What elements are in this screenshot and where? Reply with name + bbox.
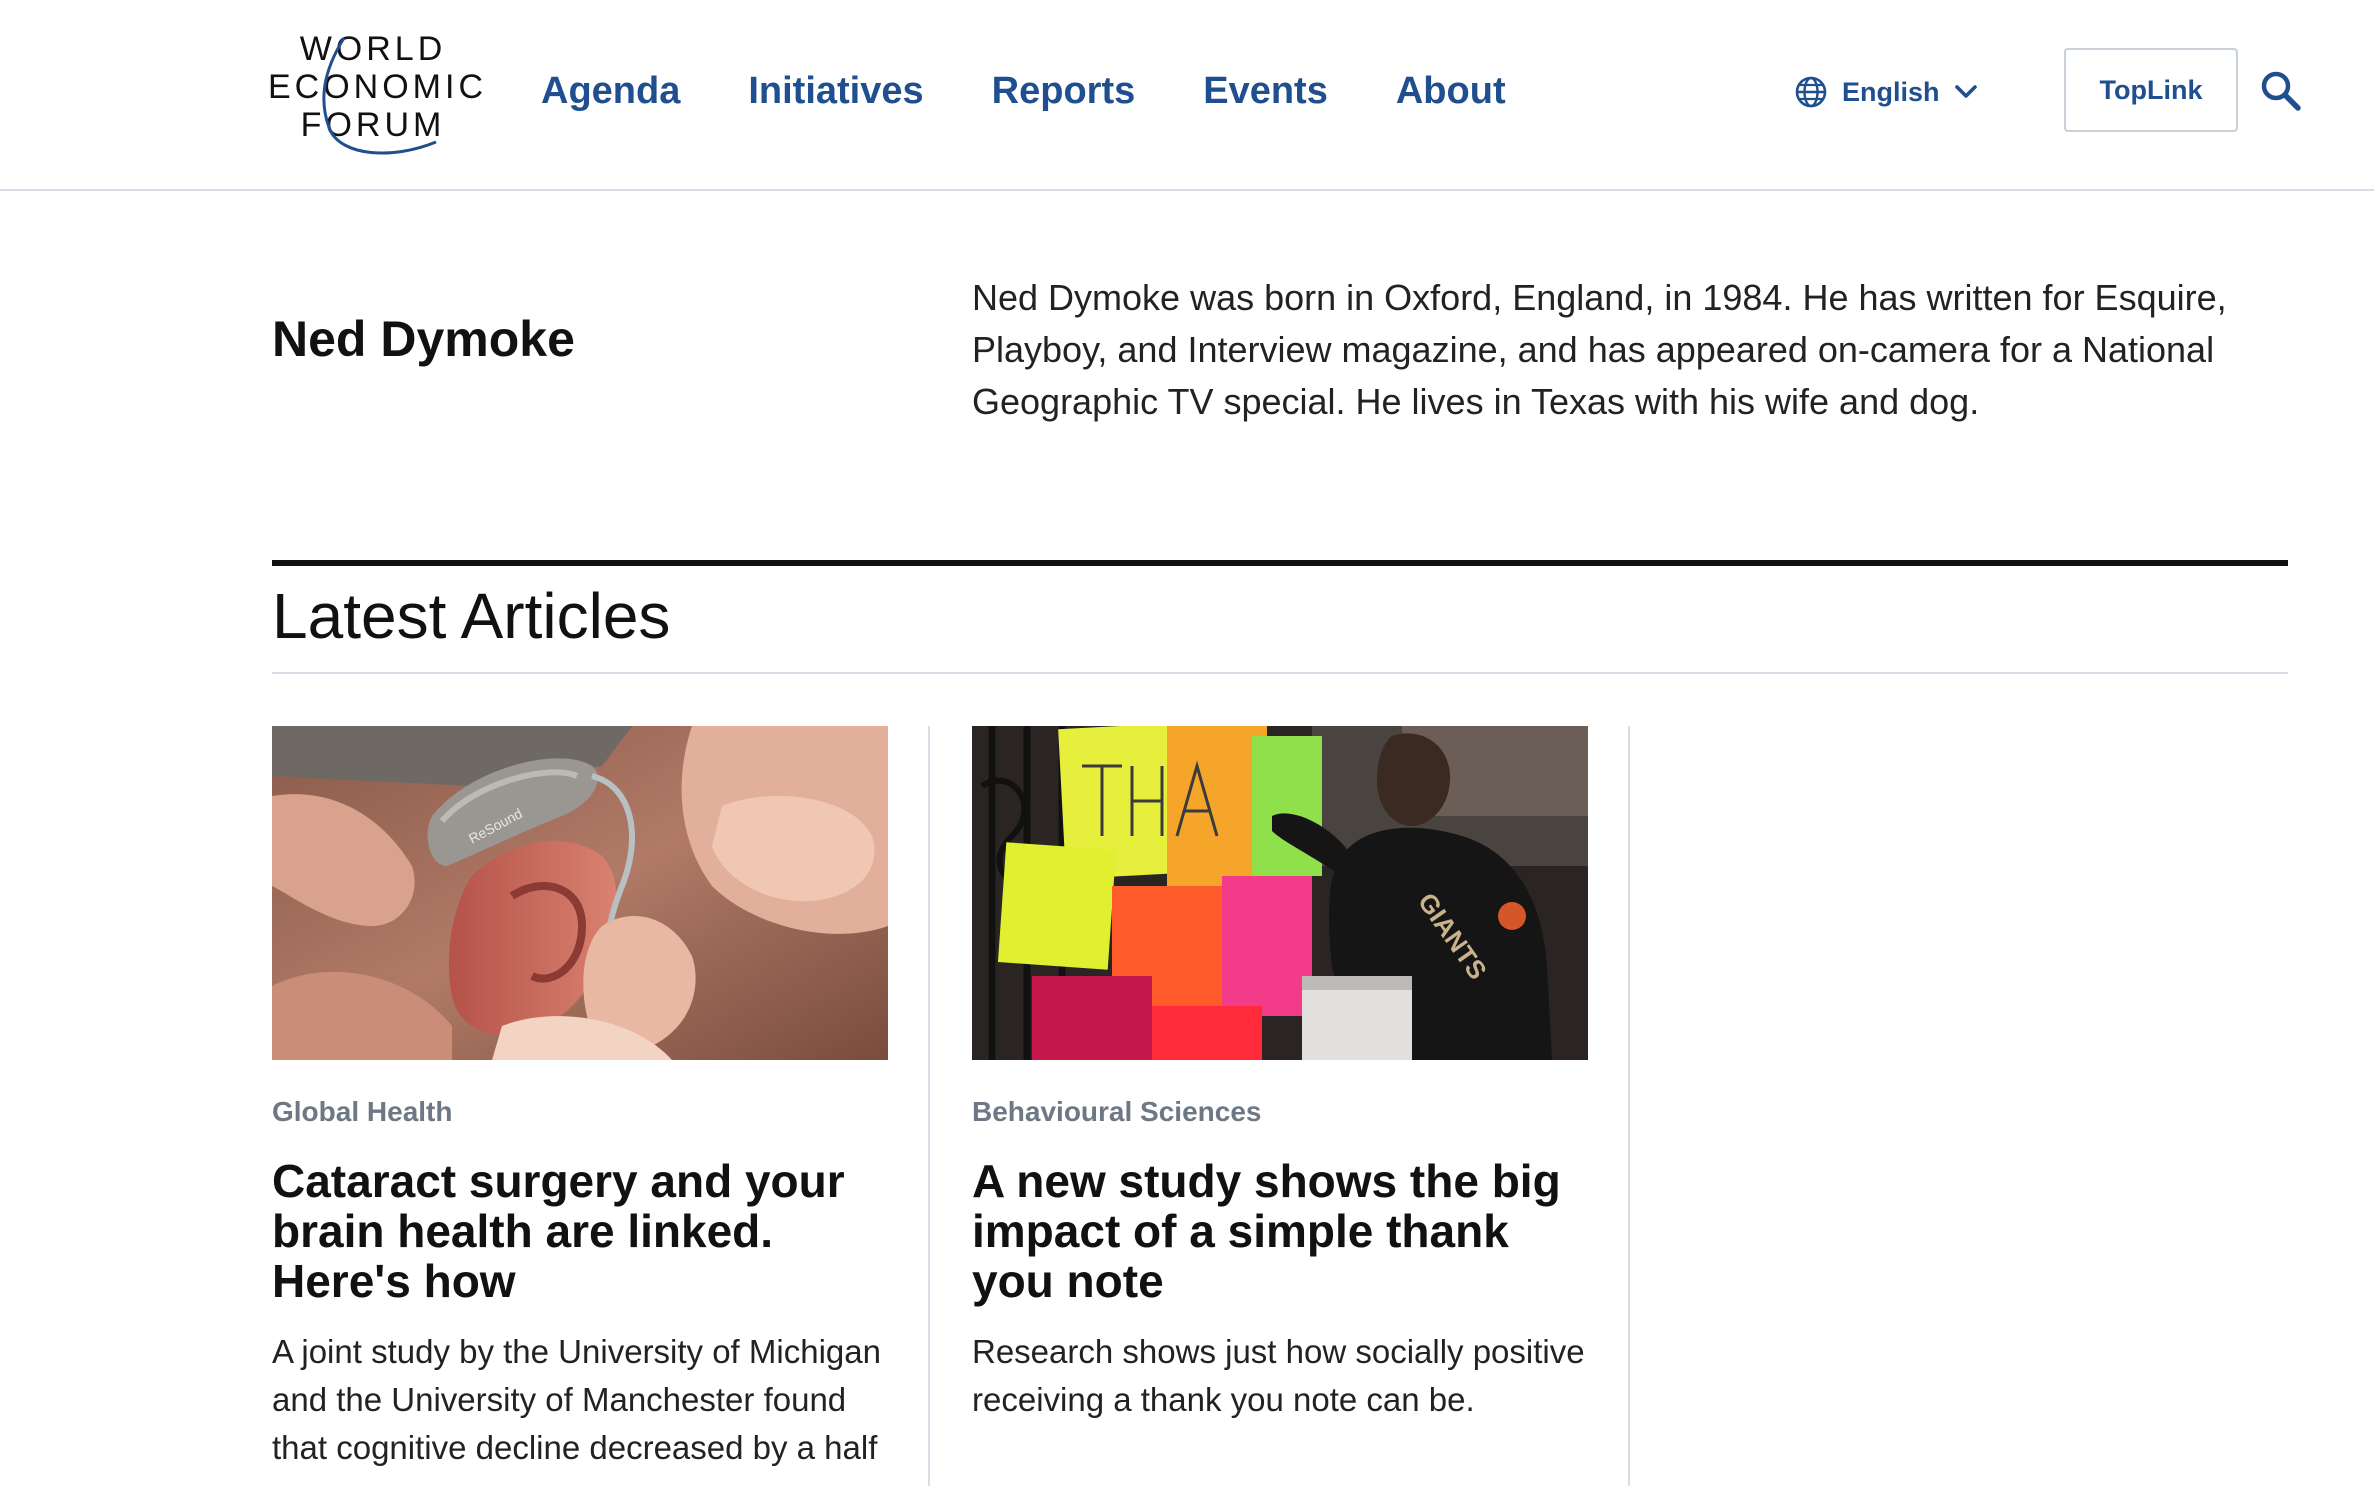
nav-item-events[interactable]: Events	[1203, 64, 1328, 118]
section-divider	[272, 672, 2288, 674]
toplink-button[interactable]: TopLink	[2064, 48, 2238, 132]
author-name: Ned Dymoke	[272, 311, 575, 367]
article-title[interactable]: A new study shows the big impact of a si…	[972, 1156, 1588, 1306]
nav-item-about[interactable]: About	[1396, 64, 1506, 118]
language-label: English	[1842, 76, 1940, 107]
search-icon[interactable]	[2260, 70, 2302, 112]
section-top-rule	[272, 560, 2288, 566]
column-divider	[928, 726, 930, 1486]
globe-icon	[1795, 76, 1827, 108]
site-header: WORLD ECONOMIC FORUM Agenda Initiatives …	[0, 0, 2374, 191]
article-card: ReSound Global Health Cataract surgery a…	[272, 726, 888, 1472]
logo-arc-icon	[322, 37, 437, 155]
chevron-down-icon	[1954, 85, 1977, 98]
main-nav: Agenda Initiatives Reports Events About	[541, 64, 1574, 118]
nav-item-agenda[interactable]: Agenda	[541, 64, 680, 118]
section-title: Latest Articles	[272, 580, 671, 652]
article-title[interactable]: Cataract surgery and your brain health a…	[272, 1156, 888, 1306]
article-category[interactable]: Global Health	[272, 1094, 888, 1130]
thank-you-notes-photo[interactable]: GIANTS	[972, 726, 1588, 1060]
wef-logo[interactable]: WORLD ECONOMIC FORUM	[268, 30, 483, 160]
language-selector[interactable]: English	[1794, 72, 1978, 112]
nav-item-initiatives[interactable]: Initiatives	[748, 64, 923, 118]
column-divider	[1628, 726, 1630, 1486]
article-description: Research shows just how socially positiv…	[972, 1333, 1585, 1418]
article-category[interactable]: Behavioural Sciences	[972, 1094, 1588, 1130]
author-bio: Ned Dymoke was born in Oxford, England, …	[972, 277, 2227, 422]
hearing-aid-photo[interactable]: ReSound	[272, 726, 888, 1060]
article-image: GIANTS	[972, 726, 1588, 1060]
article-image: ReSound	[272, 726, 888, 1060]
nav-item-reports[interactable]: Reports	[992, 64, 1136, 118]
article-card: GIANTS Behavioural Sciences A new study …	[972, 726, 1588, 1424]
article-description: A joint study by the University of Michi…	[272, 1333, 881, 1466]
